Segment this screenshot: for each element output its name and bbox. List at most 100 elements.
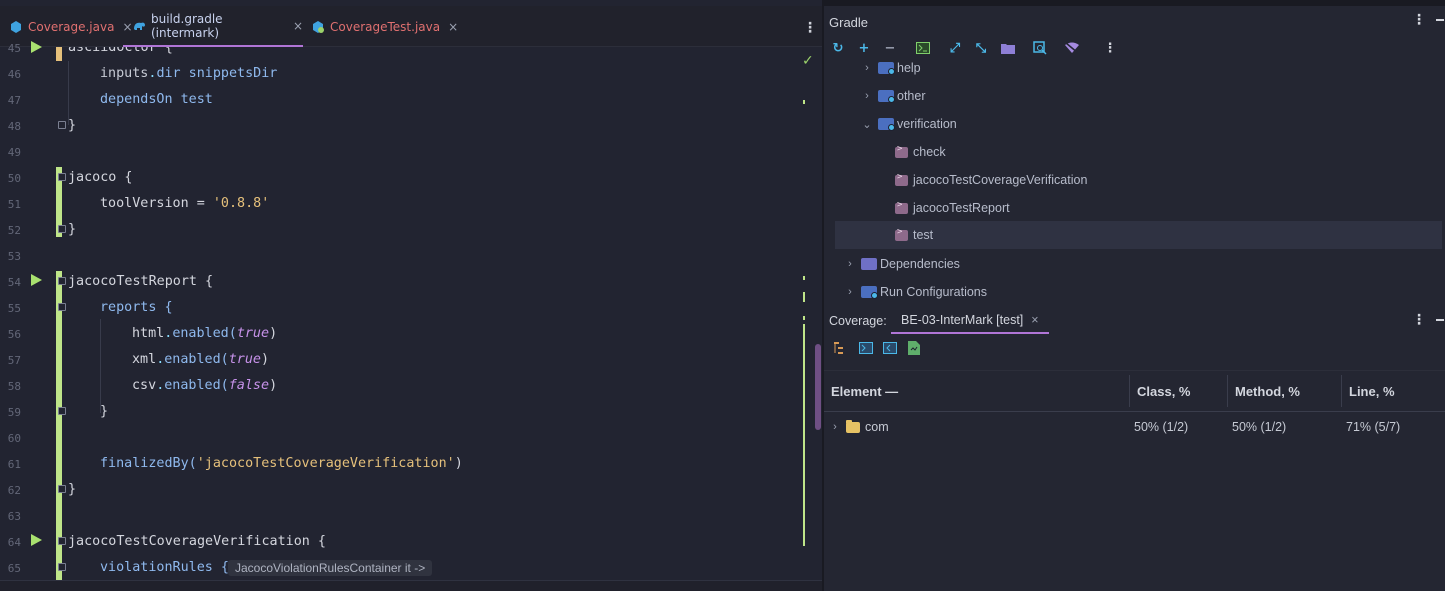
gradle-elephant-icon (133, 20, 145, 32)
more-options-icon[interactable]: ⋮ (1412, 312, 1426, 328)
expand-all-icon[interactable]: ⤢ (947, 40, 963, 56)
run-task-icon[interactable] (31, 41, 42, 53)
editor-scrollbar-thumb[interactable] (815, 344, 821, 430)
scroll-mark (803, 324, 805, 546)
fold-marker-icon[interactable] (58, 225, 66, 233)
tab-label: build.gradle (intermark) (151, 11, 223, 40)
generate-report-icon[interactable] (906, 340, 922, 356)
tab-label: Coverage.java (28, 19, 115, 34)
package-folder-icon (846, 419, 860, 433)
fold-marker-icon[interactable] (58, 121, 66, 129)
code-line: asciidoctor { (68, 47, 173, 55)
gradle-task-icon (895, 144, 908, 158)
fold-marker-icon[interactable] (58, 303, 66, 311)
refresh-icon[interactable]: ↻ (830, 40, 846, 56)
scroll-mark (803, 316, 805, 320)
class-coverage-cell: 50% (1/2) (1134, 420, 1189, 434)
coverage-suite-tab[interactable]: BE-03-InterMark [test] × (891, 308, 1049, 334)
tab-label: CoverageTest.java (330, 19, 441, 34)
chevron-right-icon[interactable]: › (830, 421, 840, 433)
close-tab-icon[interactable]: × (1031, 313, 1038, 327)
hide-panel-icon[interactable] (1436, 319, 1444, 321)
run-task-icon[interactable] (31, 274, 42, 286)
tree-item-help[interactable]: › help (862, 54, 921, 82)
tab-build-gradle[interactable]: build.gradle (intermark) × (123, 6, 303, 47)
toggle-offline-icon[interactable] (1064, 40, 1080, 56)
line-number: 61 (7, 458, 21, 471)
run-task-icon[interactable] (31, 534, 42, 546)
coverage-tool-window: Coverage: BE-03-InterMark [test] × ⋮ Ele… (824, 308, 1445, 591)
editor-gutter[interactable]: 45 46 47 48 49 50 51 52 53 54 55 56 57 5… (0, 41, 68, 583)
column-header-class[interactable]: Class, % (1130, 371, 1190, 411)
code-editor[interactable]: Coverage.java × build.gradle (intermark)… (0, 0, 822, 591)
fold-marker-icon[interactable] (58, 485, 66, 493)
code-area[interactable]: asciidoctor { inputs.dir snippetsDir dep… (68, 47, 803, 580)
line-number: 54 (7, 276, 21, 289)
chevron-right-icon[interactable]: › (845, 258, 855, 270)
tree-item-task-test[interactable]: test (835, 221, 1442, 249)
gradle-task-icon (895, 172, 908, 186)
task-group-folder-icon (878, 62, 895, 75)
tab-coverage-java[interactable]: Coverage.java × (0, 6, 133, 47)
fold-marker-icon[interactable] (58, 277, 66, 285)
code-line: jacocoTestCoverageVerification { (68, 534, 326, 549)
chevron-right-icon[interactable]: › (845, 286, 855, 298)
coverage-partial-marker[interactable] (56, 47, 62, 61)
fold-marker-icon[interactable] (58, 173, 66, 181)
more-options-icon[interactable]: ⋮ (1412, 12, 1426, 28)
code-line: jacocoTestReport { (68, 274, 214, 289)
tree-item-task-jacocoTestCoverageVerification[interactable]: jacocoTestCoverageVerification (895, 166, 1087, 194)
tree-item-verification[interactable]: ⌄ verification (862, 110, 957, 138)
analyze-dependencies-icon[interactable] (1032, 40, 1048, 56)
java-class-icon (10, 20, 22, 33)
line-number: 47 (7, 94, 21, 107)
collapse-all-icon[interactable]: ⤡ (973, 40, 989, 56)
task-group-folder-icon (878, 90, 895, 103)
navigate-from-source-icon[interactable] (858, 340, 874, 356)
line-number: 58 (7, 380, 21, 393)
column-header-element[interactable]: Element — (824, 371, 898, 411)
tab-coverage-test-java[interactable]: CoverageTest.java × (302, 6, 458, 47)
chevron-right-icon[interactable]: › (862, 62, 872, 74)
more-options-icon[interactable]: ⋮ (803, 20, 817, 36)
tree-item-other[interactable]: › other (862, 82, 926, 110)
fold-marker-icon[interactable] (58, 537, 66, 545)
code-line: inputs.dir snippetsDir (100, 66, 278, 81)
column-header-method[interactable]: Method, % (1228, 371, 1300, 411)
more-options-icon[interactable]: ⋮ (1102, 40, 1118, 56)
method-coverage-cell: 50% (1/2) (1232, 420, 1287, 434)
column-header-line[interactable]: Line, % (1342, 371, 1395, 411)
line-number: 53 (7, 250, 21, 263)
hide-panel-icon[interactable] (1436, 19, 1444, 21)
coverage-table-header: Element — Class, % Method, % Line, % (824, 370, 1445, 412)
gradle-title: Gradle (829, 15, 869, 30)
code-line: csv.enabled(false) (132, 378, 278, 393)
tree-item-run-configurations[interactable]: › Run Configurations (845, 278, 987, 306)
gradle-task-icon (895, 227, 908, 241)
table-row[interactable]: › com 50% (1/2) 50% (1/2) 71% (5/7) (824, 414, 1445, 440)
code-line: } (68, 118, 77, 133)
line-number: 52 (7, 224, 21, 237)
tree-item-task-jacocoTestReport[interactable]: jacocoTestReport (895, 194, 1010, 222)
code-line: } (68, 222, 77, 237)
tree-item-dependencies[interactable]: › Dependencies (845, 250, 960, 278)
code-line: reports { (100, 300, 173, 315)
gradle-tool-window: Gradle ⋮ ↻ + − ⤢ ⤡ ⋮ › help › other ⌄ ve… (824, 6, 1445, 308)
dependencies-folder-icon (861, 258, 877, 270)
chevron-right-icon[interactable]: › (862, 90, 872, 102)
no-problems-check-icon[interactable]: ✓ (802, 53, 814, 69)
fold-marker-icon[interactable] (58, 407, 66, 415)
flatten-packages-icon[interactable] (832, 340, 848, 356)
scroll-mark (803, 292, 805, 302)
line-number: 48 (7, 120, 21, 133)
close-tab-icon[interactable]: × (448, 20, 458, 34)
code-line: xml.enabled(true) (132, 352, 270, 367)
line-number: 60 (7, 432, 21, 445)
tree-item-task-check[interactable]: check (895, 138, 946, 166)
chevron-down-icon[interactable]: ⌄ (862, 118, 872, 131)
fold-marker-icon[interactable] (58, 563, 66, 571)
code-line: } (68, 482, 77, 497)
code-line: finalizedBy('jacocoTestCoverageVerificat… (100, 456, 463, 471)
group-modules-icon[interactable] (1000, 40, 1016, 56)
navigate-to-source-icon[interactable] (882, 340, 898, 356)
